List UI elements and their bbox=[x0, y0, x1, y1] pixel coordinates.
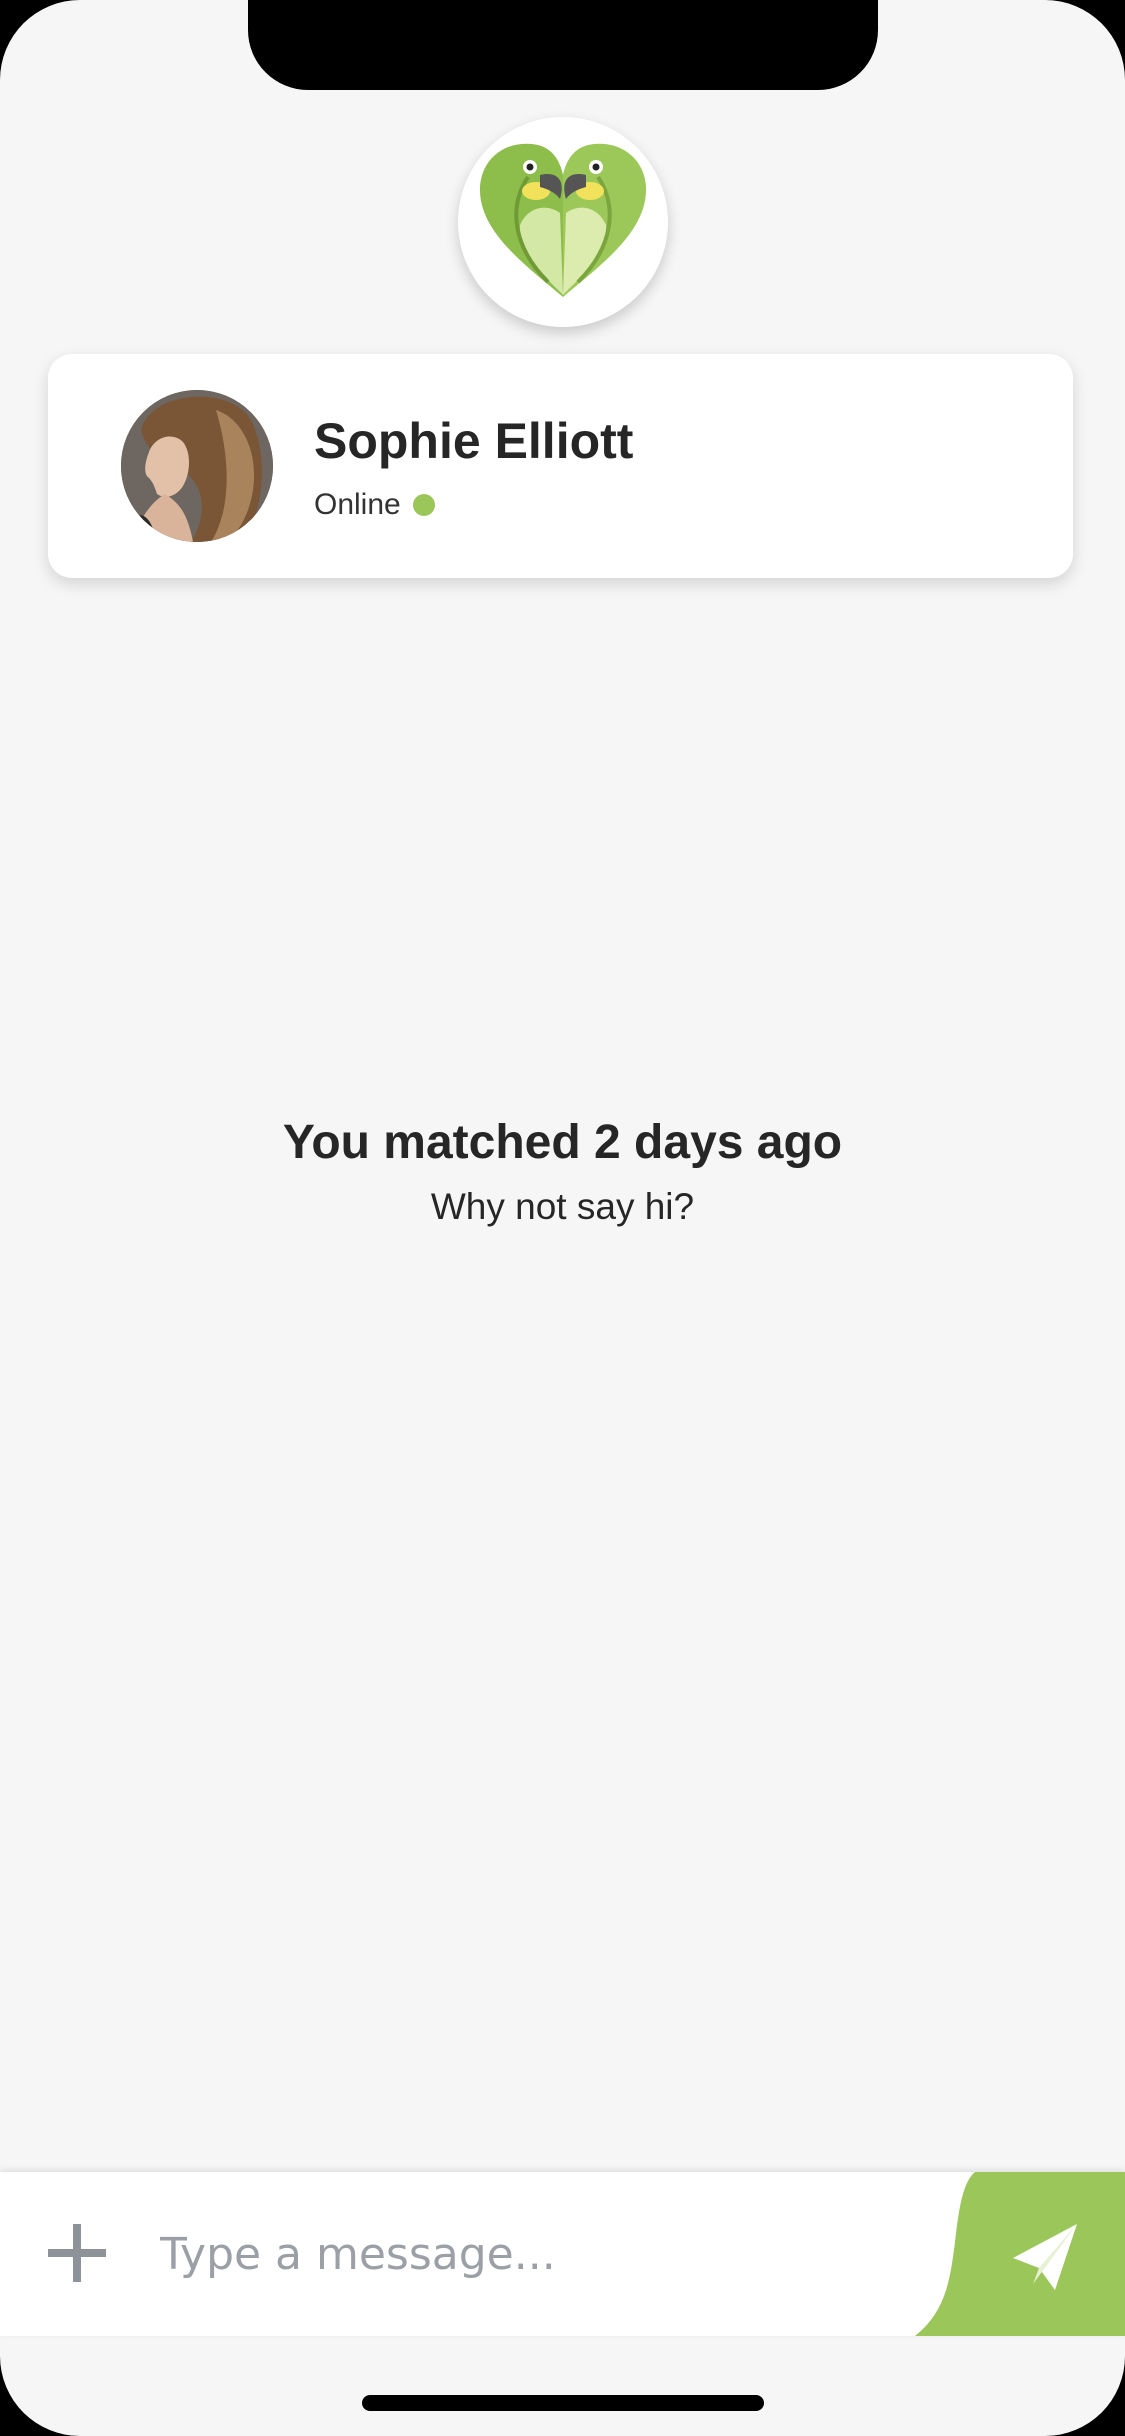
profile-card[interactable]: Sophie Elliott Online bbox=[48, 354, 1073, 578]
status-row: Online bbox=[314, 488, 435, 522]
message-composer bbox=[0, 2172, 1125, 2336]
avatar[interactable] bbox=[121, 390, 273, 542]
message-input[interactable] bbox=[160, 2212, 900, 2296]
send-button[interactable] bbox=[905, 2172, 1125, 2336]
match-notice: You matched 2 days ago Why not say hi? bbox=[0, 1115, 1125, 1228]
send-icon bbox=[915, 2172, 1125, 2336]
match-title: You matched 2 days ago bbox=[282, 1116, 843, 1169]
device-notch bbox=[248, 0, 878, 90]
online-indicator bbox=[412, 494, 435, 516]
app-logo bbox=[458, 117, 668, 327]
profile-name: Sophie Elliott bbox=[314, 413, 634, 469]
parrot-heart-logo-icon bbox=[479, 143, 647, 297]
add-attachment-button[interactable] bbox=[42, 2218, 112, 2288]
status-text: Online bbox=[314, 488, 401, 521]
plus-icon bbox=[48, 2224, 106, 2282]
home-indicator[interactable] bbox=[362, 2395, 764, 2411]
profile-photo bbox=[121, 390, 273, 542]
match-subtitle: Why not say hi? bbox=[430, 1186, 695, 1227]
phone-screen: Sophie Elliott Online You matched 2 days… bbox=[0, 0, 1125, 2436]
